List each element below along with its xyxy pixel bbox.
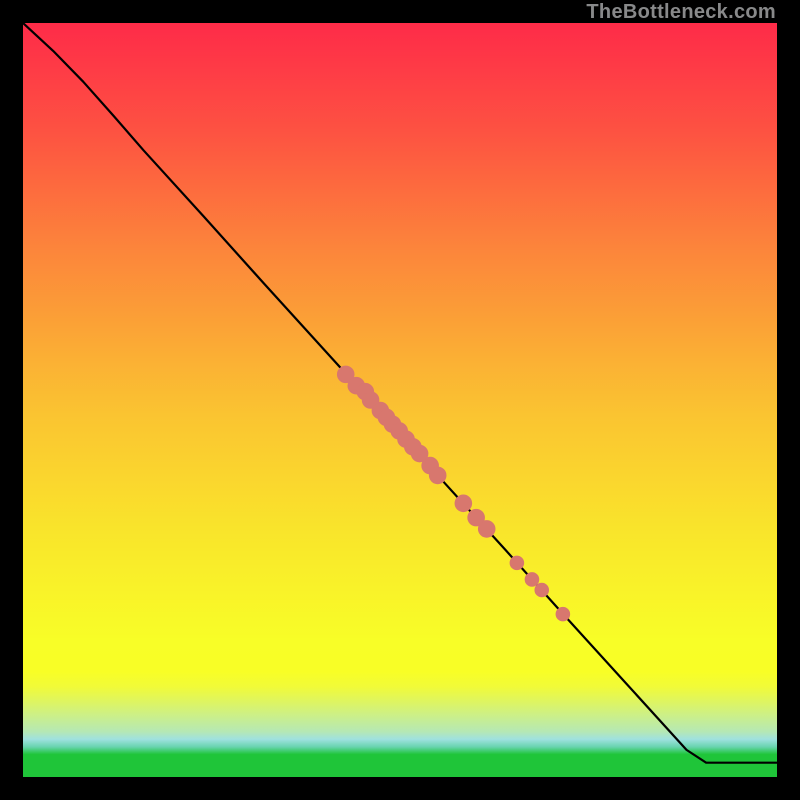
data-point xyxy=(535,583,549,597)
watermark-text: TheBottleneck.com xyxy=(586,1,776,24)
chart-stage: TheBottleneck.com xyxy=(0,0,800,800)
data-point xyxy=(478,521,495,538)
data-point xyxy=(556,607,570,621)
curve-line xyxy=(23,23,777,763)
data-point xyxy=(525,573,539,587)
data-point xyxy=(510,556,524,570)
curve-svg xyxy=(23,23,777,777)
data-point xyxy=(455,495,472,512)
data-point xyxy=(429,467,446,484)
plot-area xyxy=(23,23,777,777)
